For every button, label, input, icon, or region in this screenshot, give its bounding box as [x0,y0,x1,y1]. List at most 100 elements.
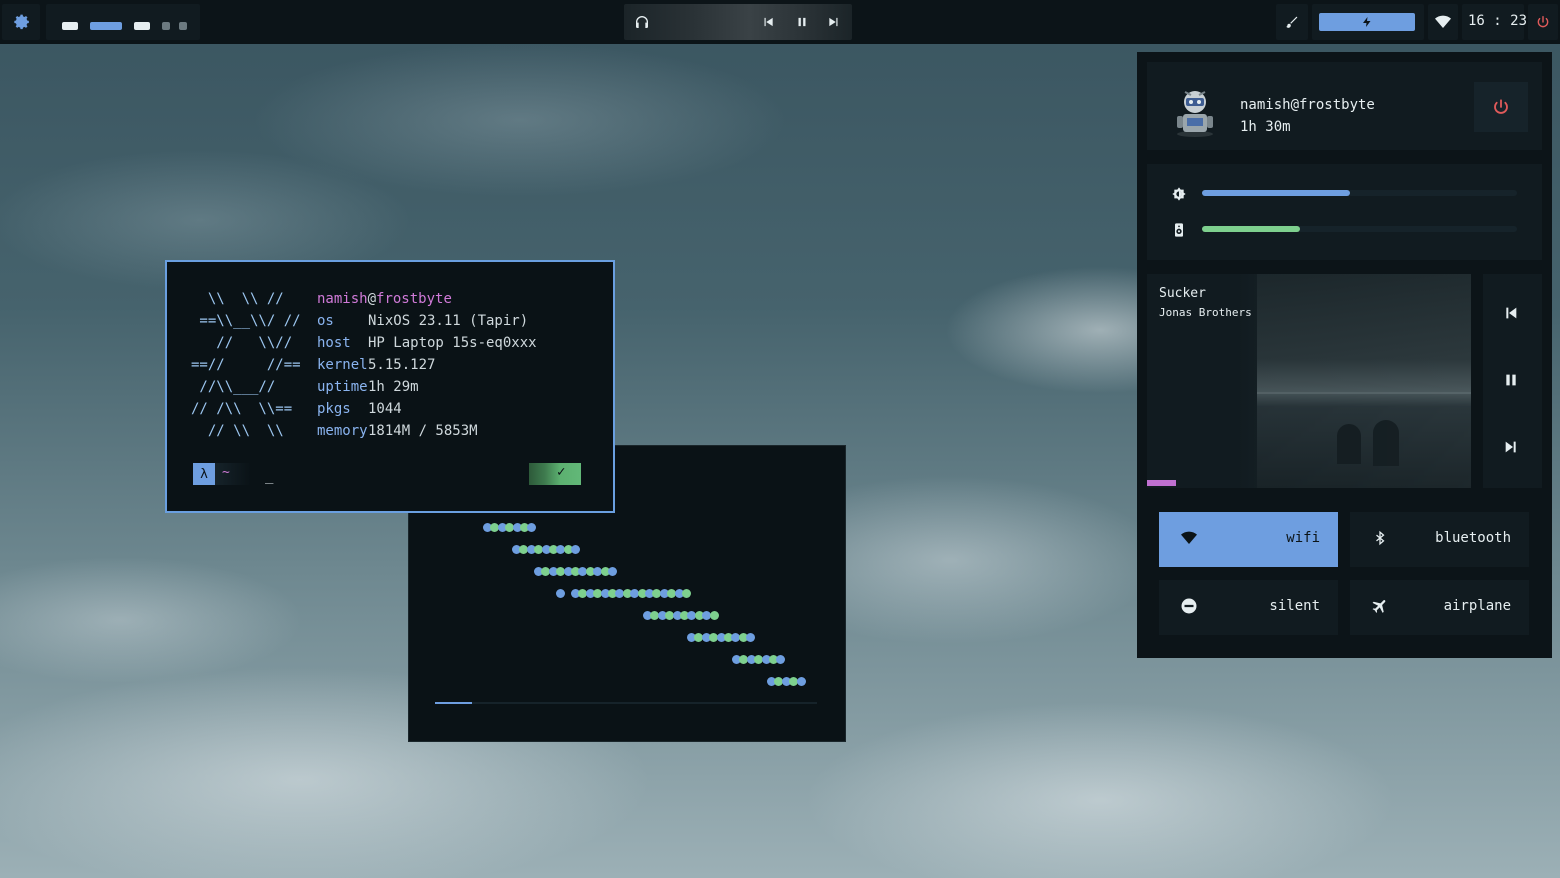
pause-icon[interactable] [1503,372,1519,388]
power-icon [1492,98,1510,116]
media-progress-track[interactable] [1147,480,1471,486]
fetch-user: namish [317,291,368,307]
fetch-key: pkgs [317,401,351,417]
fetch-row: memory 1814M / 5853M [317,420,597,442]
workspace-4[interactable] [162,22,170,30]
fetch-row: uptime 1h 29m [317,376,597,398]
graph-dot [608,567,617,576]
brightness-slider[interactable] [1202,190,1517,196]
workspace-1[interactable] [62,22,78,30]
graph-dot [746,633,756,642]
prompt-symbol-box: λ [193,463,215,485]
airplane-icon [1368,594,1392,618]
brightness-icon [1171,186,1187,202]
battery-indicator[interactable] [1312,4,1424,40]
lightning-icon [1357,12,1377,32]
bluetooth-toggle[interactable]: bluetooth [1350,512,1529,567]
power-icon [1533,12,1553,32]
fetch-value: 1044 [368,401,402,417]
volume-slider[interactable] [1202,226,1517,232]
sliders-card [1147,164,1542,260]
graph-dot [527,523,537,532]
graph-dot [556,589,565,598]
workspace-5[interactable] [179,22,187,30]
fetch-value: 1h 29m [368,379,419,395]
media-progress-fill [1147,480,1177,486]
skip-next-icon[interactable] [824,12,844,32]
graph-dot [796,677,806,686]
volume-slider-fill [1202,226,1300,232]
fetch-row: host HP Laptop 15s-eq0xxx [317,332,597,354]
silent-toggle[interactable]: silent [1159,580,1338,635]
wifi-toggle-label: wifi [1286,530,1320,546]
panel-uptime: 1h 30m [1240,119,1291,135]
fetch-row: kernel 5.15.127 [317,354,597,376]
graph-dot [776,655,786,664]
fetch-key: uptime [317,379,368,395]
prompt-symbol: λ [200,466,208,482]
fetch-key: kernel [317,357,368,373]
fetch-host: frostbyte [376,291,452,307]
fetch-value: NixOS 23.11 (Tapir) [368,313,529,329]
fetch-value: HP Laptop 15s-eq0xxx [368,335,537,351]
fetch-terminal[interactable]: \\ \\ // ==\\__\\/ // // \\// ==// //== … [165,260,615,513]
color-picker-button[interactable] [1276,4,1308,40]
media-buttons [1483,274,1542,488]
workspace-2[interactable] [90,22,122,30]
fetch-value: 1814M / 5853M [368,423,478,439]
media-title: Sucker [1159,286,1206,301]
minus-circle-icon [1177,594,1201,618]
power-button[interactable] [1528,4,1558,40]
fetch-key: host [317,335,351,351]
media-controls [624,4,852,40]
fetch-key: memory [317,423,368,439]
headphones-icon[interactable] [632,12,652,32]
control-center: namish@frostbyte 1h 30m Sucker Jonas Bro… [1137,52,1552,658]
panel-username: namish@frostbyte [1240,97,1375,113]
wifi-icon [1177,526,1201,550]
settings-button[interactable] [2,4,40,40]
avatar-icon [1173,84,1217,138]
brightness-slider-fill [1202,190,1351,196]
prompt-dir: ~ [222,465,230,480]
wifi-toggle[interactable]: wifi [1159,512,1338,567]
workspace-switcher [46,4,200,40]
panel-power-button[interactable] [1474,82,1528,132]
fetch-key: os [317,313,334,329]
skip-next-icon[interactable] [1503,439,1519,455]
airplane-toggle[interactable]: airplane [1350,580,1529,635]
silent-toggle-label: silent [1269,598,1320,614]
fetch-user-host: namish@frostbyte [317,288,452,310]
gear-icon [11,12,31,32]
media-artist: Jonas Brothers [1159,306,1252,319]
status-indicator: ✓ [529,463,581,485]
wifi-button[interactable] [1428,4,1458,40]
album-art [1257,274,1471,488]
graph-progress [435,702,472,704]
prompt-dir-box: ~ [215,463,251,485]
skip-previous-icon[interactable] [1503,305,1519,321]
media-card: Sucker Jonas Brothers [1147,274,1471,488]
graph-dot [682,589,691,598]
check-icon: ✓ [557,464,566,480]
wifi-icon [1433,12,1453,32]
fetch-row: pkgs 1044 [317,398,597,420]
fetch-value: 5.15.127 [368,357,436,373]
bluetooth-icon [1368,526,1392,550]
graph-dot [709,611,719,620]
clock-text: 16 : 23 [1468,13,1528,29]
skip-previous-icon[interactable] [758,12,778,32]
graph-dot [571,545,581,554]
workspace-3[interactable] [134,22,150,30]
fetch-row: os NixOS 23.11 (Tapir) [317,310,597,332]
speaker-icon [1171,222,1187,238]
brush-icon [1282,12,1302,32]
bluetooth-toggle-label: bluetooth [1435,530,1511,546]
fetch-at: @ [367,291,377,307]
graph-baseline [435,702,817,704]
nixos-ascii-logo: \\ \\ // ==\\__\\/ // // \\// ==// //== … [191,291,301,439]
prompt-cursor[interactable]: _ [265,468,273,484]
airplane-toggle-label: airplane [1443,598,1511,614]
clock: 16 : 23 [1462,4,1528,40]
pause-icon[interactable] [792,12,812,32]
